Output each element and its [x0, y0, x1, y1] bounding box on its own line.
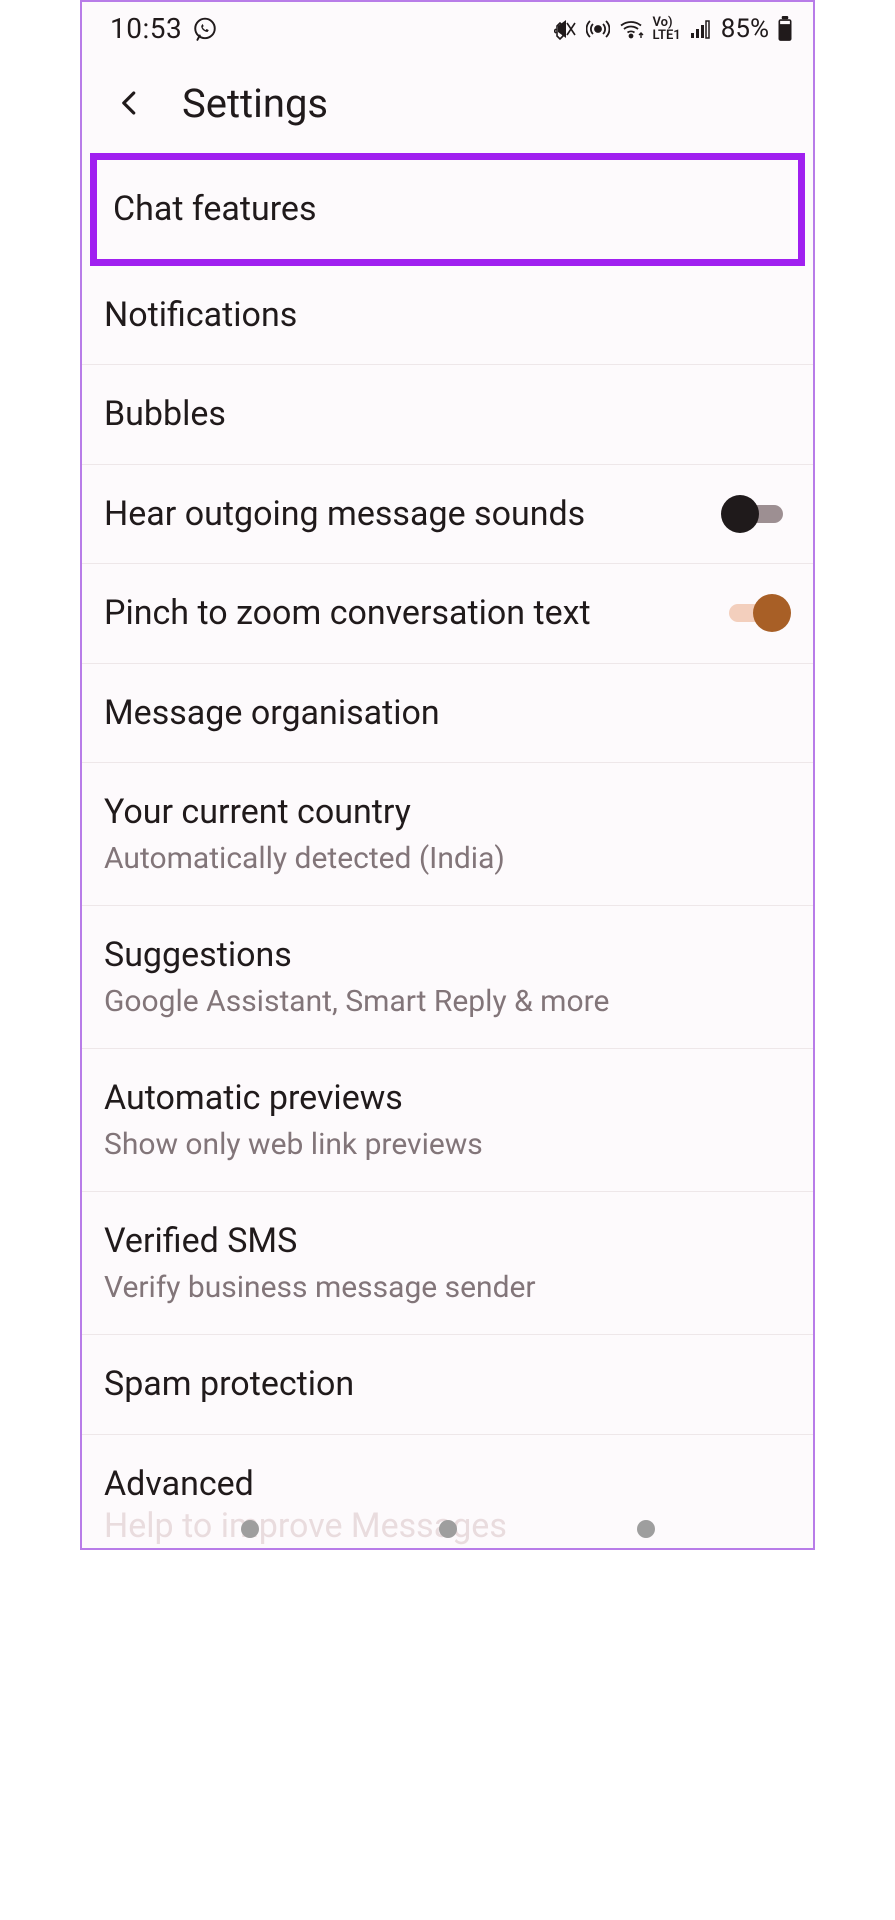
row-label: Spam protection [104, 1363, 354, 1406]
nav-back[interactable] [637, 1520, 655, 1538]
row-sublabel: Automatically detected (India) [104, 840, 505, 878]
status-bar: 10:53 [82, 2, 813, 51]
toggle-hear-sounds[interactable] [721, 495, 791, 533]
app-bar: Settings [82, 51, 813, 149]
chevron-left-icon [115, 88, 145, 118]
row-notifications[interactable]: Notifications [82, 266, 813, 366]
vibrate-icon [554, 17, 578, 41]
nav-recents[interactable] [241, 1520, 259, 1538]
row-label: Message organisation [104, 692, 440, 735]
nav-home[interactable] [439, 1520, 457, 1538]
row-sublabel: Verify business message sender [104, 1269, 536, 1307]
row-label: Advanced [104, 1463, 254, 1506]
page-title: Settings [182, 80, 328, 127]
wifi-icon [618, 17, 644, 41]
row-label: Verified SMS [104, 1220, 536, 1263]
row-spam-protection[interactable]: Spam protection [82, 1335, 813, 1435]
row-hear-sounds[interactable]: Hear outgoing message sounds [82, 465, 813, 565]
whatsapp-icon [192, 16, 218, 42]
row-sublabel: Google Assistant, Smart Reply & more [104, 983, 609, 1021]
back-button[interactable] [106, 79, 154, 127]
status-time: 10:53 [110, 12, 182, 45]
row-label: Notifications [104, 294, 297, 337]
lte-icon: Vo) LTE1 [652, 16, 680, 42]
highlight-annotation: Chat features [90, 153, 805, 266]
row-label: Automatic previews [104, 1077, 483, 1120]
row-current-country[interactable]: Your current country Automatically detec… [82, 763, 813, 906]
row-label: Pinch to zoom conversation text [104, 592, 591, 635]
row-chat-features[interactable]: Chat features [97, 160, 798, 259]
row-sublabel: Show only web link previews [104, 1126, 483, 1164]
toggle-thumb [721, 495, 759, 533]
row-automatic-previews[interactable]: Automatic previews Show only web link pr… [82, 1049, 813, 1192]
battery-icon [777, 16, 793, 42]
row-label: Bubbles [104, 393, 226, 436]
row-label: Hear outgoing message sounds [104, 493, 585, 536]
row-label: Suggestions [104, 934, 609, 977]
row-bubbles[interactable]: Bubbles [82, 365, 813, 465]
nav-bar [82, 1520, 813, 1538]
row-pinch-zoom[interactable]: Pinch to zoom conversation text [82, 564, 813, 664]
toggle-pinch-zoom[interactable] [721, 594, 791, 632]
row-label: Your current country [104, 791, 505, 834]
phone-frame: 10:53 [80, 0, 815, 1550]
row-label: Chat features [113, 188, 317, 231]
row-message-organisation[interactable]: Message organisation [82, 664, 813, 764]
signal-icon [689, 17, 713, 41]
row-suggestions[interactable]: Suggestions Google Assistant, Smart Repl… [82, 906, 813, 1049]
battery-percentage: 85% [721, 14, 769, 44]
row-verified-sms[interactable]: Verified SMS Verify business message sen… [82, 1192, 813, 1335]
hotspot-icon [586, 17, 610, 41]
toggle-thumb [753, 594, 791, 632]
